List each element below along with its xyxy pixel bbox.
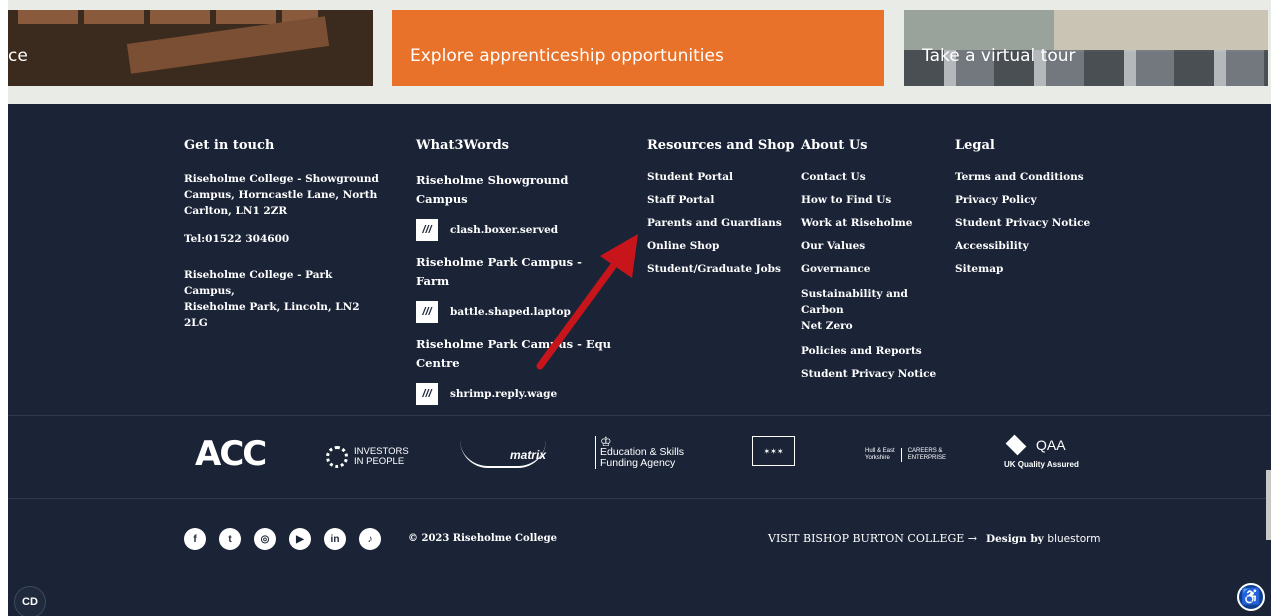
footer-link-find-us[interactable]: How to Find Us (801, 194, 951, 206)
twitter-icon[interactable]: t (219, 528, 241, 550)
footer-link-values[interactable]: Our Values (801, 240, 951, 252)
virtual-tour-card-label: Take a virtual tour (922, 46, 1076, 66)
campus-building-image (1054, 10, 1268, 52)
footer-link-contact-us[interactable]: Contact Us (801, 171, 951, 183)
w3w-campus-name: Riseholme Showground Campus (416, 173, 569, 206)
footer-divider (8, 415, 1271, 416)
card-left[interactable]: ce (8, 10, 373, 86)
legal-heading: Legal (955, 138, 995, 153)
w3w-address: battle.shaped.laptop (450, 306, 571, 318)
cookie-icon: CD (22, 596, 38, 608)
virtual-tour-card[interactable]: Take a virtual tour (904, 10, 1268, 86)
qaa-logo[interactable]: QAA UK Quality Assured (1004, 434, 1079, 469)
footer-link-terms[interactable]: Terms and Conditions (955, 171, 1115, 183)
instagram-icon[interactable]: ◎ (254, 528, 276, 550)
copyright-text: © 2023 Riseholme College (408, 533, 558, 544)
footer-link-sitemap[interactable]: Sitemap (955, 263, 1115, 275)
footer-link-student-privacy[interactable]: Student Privacy Notice (801, 368, 951, 380)
footer-link-privacy[interactable]: Privacy Policy (955, 194, 1115, 206)
linkedin-icon[interactable]: in (324, 528, 346, 550)
resources-column: Resources and Shop Student Portal Staff … (647, 138, 797, 286)
tiktok-icon[interactable]: ♪ (359, 528, 381, 550)
apprenticeship-card-label: Explore apprenticeship opportunities (410, 46, 724, 66)
top-cards-strip: ce Explore apprenticeship opportunities … (8, 0, 1271, 104)
footer-link-governance[interactable]: Governance (801, 263, 951, 275)
legal-column: Legal Terms and Conditions Privacy Polic… (955, 138, 1115, 286)
bluestorm-logo: bluestorm (1047, 533, 1101, 545)
footer-divider (8, 498, 1271, 499)
w3w-link[interactable]: /// clash.boxer.served (416, 219, 616, 241)
bench-image (18, 10, 318, 24)
youtube-icon[interactable]: ▶ (289, 528, 311, 550)
footer-bottom-bar: f t ◎ ▶ in ♪ © 2023 Riseholme College VI… (8, 528, 1271, 558)
footer-link-work-at[interactable]: Work at Riseholme (801, 217, 951, 229)
accreditation-logos: ACC INVESTORS IN PEOPLE matrix ♔ Educati… (8, 426, 1271, 496)
acc-logo[interactable]: ACC (195, 434, 267, 474)
facebook-icon[interactable]: f (184, 528, 206, 550)
site-footer: Get in touch Riseholme College - Showgro… (8, 104, 1271, 616)
what3words-icon: /// (416, 301, 438, 323)
get-in-touch-heading: Get in touch (184, 138, 275, 153)
accessibility-button[interactable]: ♿ (1237, 583, 1265, 611)
get-in-touch-column: Get in touch Riseholme College - Showgro… (184, 138, 384, 331)
footer-link-parents-guardians[interactable]: Parents and Guardians (647, 217, 797, 229)
cookie-settings-button[interactable]: CD (14, 586, 46, 616)
w3w-address: shrimp.reply.wage (450, 388, 558, 400)
footer-link-student-privacy-notice[interactable]: Student Privacy Notice (955, 217, 1115, 229)
eu-stars-icon: ✶✶✶ (763, 446, 784, 456)
footer-link-graduate-jobs[interactable]: Student/Graduate Jobs (647, 263, 797, 275)
careers-enterprise-logo[interactable]: Hull & East Yorkshire CAREERS & ENTERPRI… (865, 448, 946, 462)
footer-link-online-shop[interactable]: Online Shop (647, 240, 797, 252)
footer-link-sustainability[interactable]: Sustainability and Carbon Net Zero (801, 286, 951, 334)
qaa-eye-icon (1005, 434, 1027, 456)
social-links: f t ◎ ▶ in ♪ (184, 528, 394, 550)
w3w-campus-name: Riseholme Park Campus - Equ Centre (416, 337, 612, 370)
footer-link-staff-portal[interactable]: Staff Portal (647, 194, 797, 206)
esfa-logo[interactable]: ♔ Education & Skills Funding Agency (595, 435, 684, 469)
what3words-column: What3Words Riseholme Showground Campus /… (416, 138, 616, 417)
scrollbar[interactable] (1266, 470, 1271, 540)
park-campus-address: Riseholme College - Park Campus, Risehol… (184, 269, 360, 329)
what3words-icon: /// (416, 219, 438, 241)
visit-bishop-burton-link[interactable]: VISIT BISHOP BURTON COLLEGE → (768, 532, 977, 545)
footer-link-policies[interactable]: Policies and Reports (801, 345, 951, 357)
design-credit[interactable]: Design by bluestorm (986, 533, 1101, 545)
matrix-logo[interactable]: matrix (460, 440, 546, 468)
w3w-link[interactable]: /// battle.shaped.laptop (416, 301, 616, 323)
what3words-icon: /// (416, 383, 438, 405)
about-heading: About Us (801, 138, 868, 153)
resources-heading: Resources and Shop (647, 138, 795, 153)
what3words-heading: What3Words (416, 138, 509, 153)
showground-address: Riseholme College - Showground Campus, H… (184, 173, 379, 217)
footer-link-student-portal[interactable]: Student Portal (647, 171, 797, 183)
telephone-link[interactable]: Tel:01522 304600 (184, 231, 384, 247)
w3w-link[interactable]: /// shrimp.reply.wage (416, 383, 616, 405)
accessibility-icon: ♿ (1241, 589, 1261, 606)
about-column: About Us Contact Us How to Find Us Work … (801, 138, 951, 391)
w3w-campus-name: Riseholme Park Campus - Farm (416, 255, 582, 288)
w3w-address: clash.boxer.served (450, 224, 559, 236)
apprenticeship-card[interactable]: Explore apprenticeship opportunities (392, 10, 884, 86)
investors-in-people-logo[interactable]: INVESTORS IN PEOPLE (326, 446, 409, 468)
european-union-logo[interactable]: ✶✶✶ (752, 436, 795, 466)
card-left-label: ce (8, 46, 28, 66)
footer-link-accessibility[interactable]: Accessibility (955, 240, 1115, 252)
